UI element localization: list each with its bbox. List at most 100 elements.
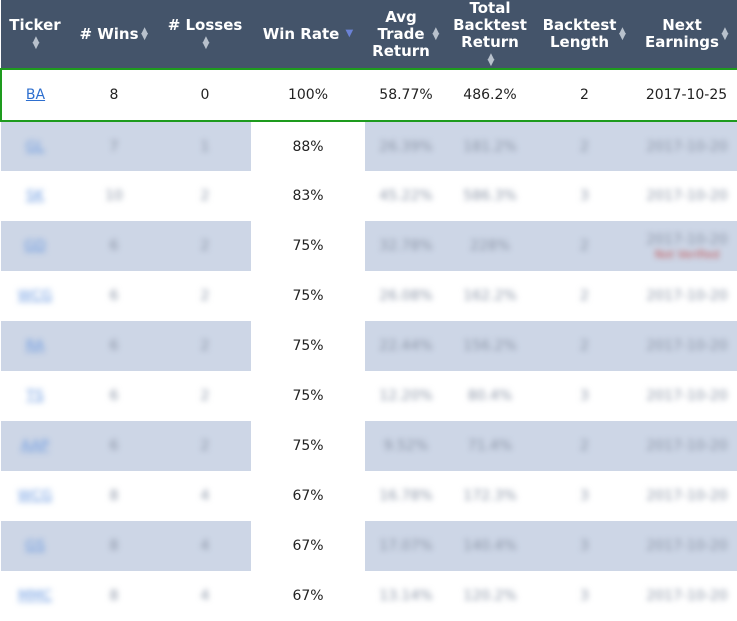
cell-length: 2 xyxy=(533,421,636,471)
cell-text: 3 xyxy=(580,488,589,504)
cell-text: 75% xyxy=(292,388,324,404)
cell-text: 8 xyxy=(109,87,119,103)
column-header-length[interactable]: Backtest Length ▲ ▼ xyxy=(533,0,636,69)
cell-ticker[interactable]: MMC xyxy=(1,571,69,621)
cell-total-return: 71.4% xyxy=(447,421,533,471)
cell-ticker[interactable]: WCG xyxy=(1,471,69,521)
table-row[interactable]: AAP 6 2 75% 9.52% 71.4% 2 2017-10-20 xyxy=(1,421,737,471)
cell-value: 0 xyxy=(201,87,210,103)
cell-value: TS xyxy=(26,388,43,404)
ticker-link[interactable]: GS xyxy=(25,538,45,554)
cell-wins: 8 xyxy=(69,471,159,521)
ticker-link[interactable]: GL xyxy=(26,139,45,155)
column-header-total-return[interactable]: Total Backtest Return ▲ ▼ xyxy=(447,0,533,69)
cell-value: 67% xyxy=(292,538,323,554)
table-row-highlighted[interactable]: BA 8 0 100% 58.77% 486.2% 2 2017-10-25 xyxy=(0,68,737,122)
cell-ticker[interactable]: RA xyxy=(1,321,69,371)
cell-win-rate: 100% xyxy=(251,68,365,122)
cell-text: 26.08% xyxy=(379,288,433,304)
cell-value: 6 xyxy=(110,338,119,354)
cell-value: 75% xyxy=(292,388,323,404)
sort-arrows-icon[interactable]: ▲ ▼ xyxy=(721,27,729,42)
cell-ticker[interactable]: TS xyxy=(1,371,69,421)
column-header-win-rate[interactable]: Win Rate ▼ xyxy=(251,0,365,69)
column-header-avg-return[interactable]: Avg Trade Return ▲ ▼ xyxy=(365,0,447,69)
cell-value: WCG xyxy=(18,488,52,504)
cell-ticker[interactable]: BA xyxy=(0,68,69,122)
column-header-earnings[interactable]: Next Earnings ▲ ▼ xyxy=(636,0,737,69)
table-row[interactable]: WCG 6 2 75% 26.08% 162.2% 2 2017-10-20 xyxy=(1,271,737,321)
sort-arrows-icon[interactable]: ▲ ▼ xyxy=(487,52,495,67)
sort-desc-triangle-icon[interactable]: ▼ xyxy=(345,29,353,39)
cell-text: 2017-10-20 xyxy=(646,588,728,604)
cell-ticker[interactable]: GS xyxy=(1,521,69,571)
cell-value: 1 xyxy=(201,139,210,155)
table-row[interactable]: WCG 8 4 67% 16.78% 172.3% 3 2017-10-20 xyxy=(1,471,737,521)
ticker-link[interactable]: BA xyxy=(26,87,45,103)
cell-text: 2 xyxy=(200,238,210,254)
cell-text: 2 xyxy=(580,438,589,454)
cell-text: 2017-10-20 xyxy=(646,288,728,304)
column-header-label: Win Rate xyxy=(263,25,340,43)
cell-wins: 7 xyxy=(69,121,159,171)
table-row[interactable]: GS 8 4 67% 17.07% 140.4% 3 2017-10-20 xyxy=(1,521,737,571)
column-header-wins[interactable]: # Wins ▲ ▼ xyxy=(69,0,159,69)
cell-value: 26.39% xyxy=(379,139,432,155)
cell-text: 12.20% xyxy=(379,388,433,404)
cell-value: 9.52% xyxy=(384,438,428,454)
ticker-link[interactable]: TS xyxy=(26,388,43,404)
cell-total-return: 80.4% xyxy=(447,371,533,421)
table-row[interactable]: TS 6 2 75% 12.20% 80.4% 3 2017-10-20 xyxy=(1,371,737,421)
ticker-link[interactable]: MMC xyxy=(18,588,52,604)
column-header-ticker[interactable]: Ticker ▲ ▼ xyxy=(1,0,69,69)
sort-arrows-icon[interactable]: ▲ ▼ xyxy=(432,27,440,42)
sort-arrows-icon[interactable]: ▲ ▼ xyxy=(32,35,40,50)
cell-avg-return: 58.77% xyxy=(365,68,447,122)
ticker-link[interactable]: RA xyxy=(26,338,45,354)
cell-text: 67% xyxy=(292,488,324,504)
sort-arrows-icon[interactable]: ▲ ▼ xyxy=(202,35,210,50)
cell-ticker[interactable]: AAP xyxy=(1,421,69,471)
table-row[interactable]: GD 6 2 75% 32.78% 228% 2 2017-10-20 Not Verified xyxy=(1,221,737,271)
cell-value: 586.3% xyxy=(463,188,516,204)
earnings-note: Not Verified xyxy=(654,247,720,261)
cell-value: 2 xyxy=(580,238,589,254)
table-row[interactable]: MMC 8 4 67% 13.14% 120.2% 3 2017-10-20 xyxy=(1,571,737,621)
cell-ticker[interactable]: WCG xyxy=(1,271,69,321)
cell-text: 2017-10-20 xyxy=(646,488,728,504)
cell-win-rate: 75% xyxy=(251,271,365,321)
cell-value: 10 xyxy=(105,188,123,204)
cell-avg-return: 17.07% xyxy=(365,521,447,571)
table-row[interactable]: RA 6 2 75% 22.44% 156.2% 2 2017-10-20 xyxy=(1,321,737,371)
column-header-label-line: Return xyxy=(461,33,519,51)
ticker-link[interactable]: GD xyxy=(24,238,46,254)
cell-value: 2 xyxy=(201,338,210,354)
cell-ticker[interactable]: GL xyxy=(1,121,69,171)
ticker-link[interactable]: AAP xyxy=(21,438,49,454)
column-header-losses[interactable]: # Losses ▲ ▼ xyxy=(159,0,251,69)
sort-arrows-icon[interactable]: ▲ ▼ xyxy=(618,27,626,42)
column-header-label-line: Next xyxy=(662,16,702,34)
table-row[interactable]: SK 10 2 83% 45.22% 586.3% 3 2017-10-20 xyxy=(1,171,737,221)
cell-losses: 1 xyxy=(159,121,251,171)
cell-win-rate: 67% xyxy=(251,571,365,621)
ticker-link[interactable]: WCG xyxy=(18,288,52,304)
cell-ticker[interactable]: SK xyxy=(1,171,69,221)
cell-text: 2017-10-20 xyxy=(646,231,728,248)
cell-losses: 4 xyxy=(159,521,251,571)
ticker-link[interactable]: WCG xyxy=(18,488,52,504)
cell-losses: 2 xyxy=(159,321,251,371)
cell-value: 2 xyxy=(201,288,210,304)
cell-text: 71.4% xyxy=(467,438,513,454)
ticker-link[interactable]: SK xyxy=(26,188,44,204)
cell-text: 80.4% xyxy=(467,388,513,404)
cell-text: 9.52% xyxy=(383,438,429,454)
table-row[interactable]: GL 7 1 88% 26.39% 181.2% 2 2017-10-20 xyxy=(1,121,737,171)
cell-losses: 2 xyxy=(159,171,251,221)
cell-value: AAP xyxy=(21,438,49,454)
cell-length: 3 xyxy=(533,521,636,571)
cell-ticker[interactable]: GD xyxy=(1,221,69,271)
sort-arrows-icon[interactable]: ▲ ▼ xyxy=(141,27,149,42)
cell-text: 4 xyxy=(200,488,210,504)
cell-earnings: 2017-10-20 xyxy=(636,321,737,371)
